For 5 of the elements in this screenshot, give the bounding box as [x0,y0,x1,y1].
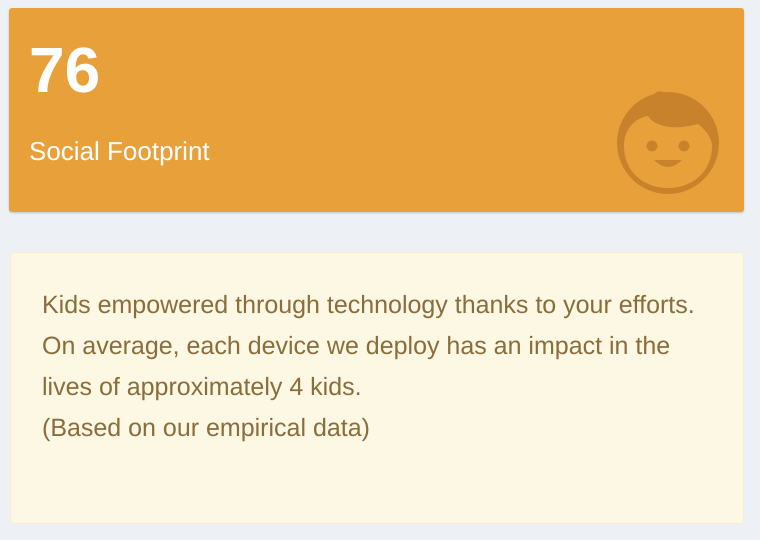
stat-label: Social Footprint [29,136,210,167]
info-text: Kids empowered through technology thanks to your efforts. [42,290,696,321]
info-text: (Based on our empirical data) [42,413,371,444]
stat-value: 76 [29,34,102,106]
info-text: On average, each device we deploy has an impact in the lives of approximately 4 kids. [42,331,672,403]
